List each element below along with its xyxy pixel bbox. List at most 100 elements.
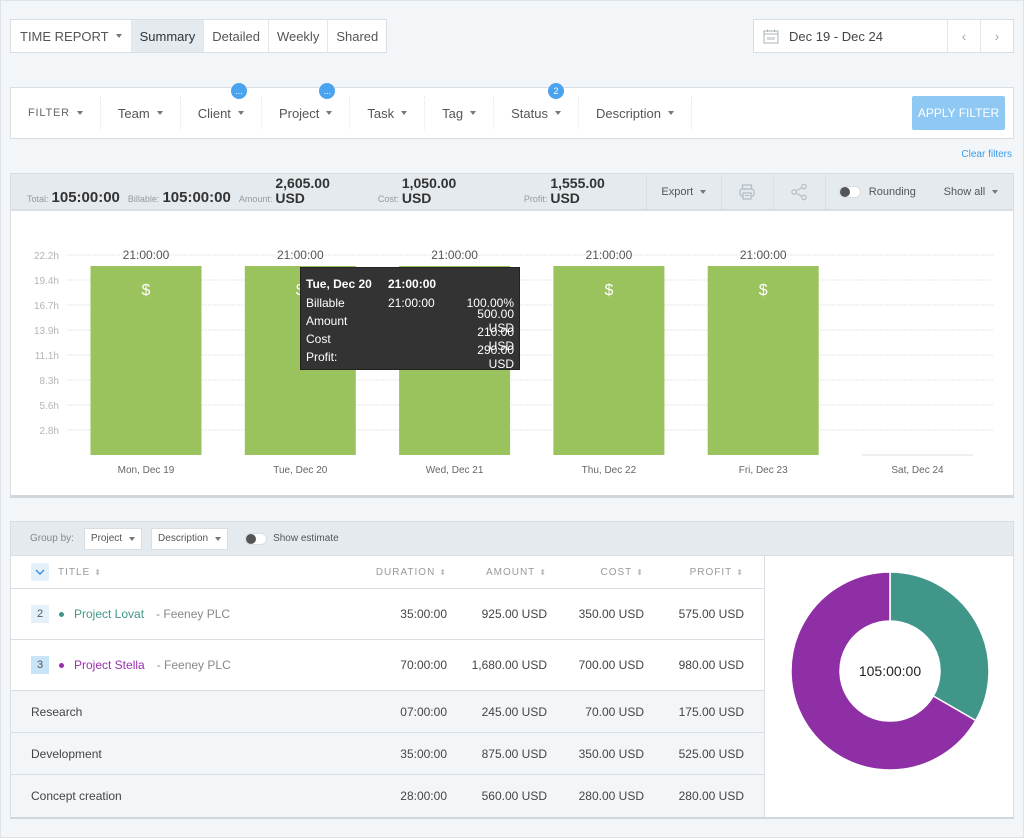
show-all-dropdown[interactable]: Show all xyxy=(929,174,1013,209)
profit-cell: 575.00 USD xyxy=(678,607,744,621)
caret-down-icon xyxy=(326,111,333,115)
bar-value-label: 21:00:00 xyxy=(586,248,633,262)
tab-detailed[interactable]: Detailed xyxy=(203,20,268,52)
caret-down-icon xyxy=(668,111,674,115)
filter-status-badge: 2 xyxy=(547,83,564,99)
table-row-description: Concept creation 28:00:00 560.00 USD 280… xyxy=(11,775,764,817)
table-row-project[interactable]: 3 Project Stella - Feeney PLC 70:00:00 1… xyxy=(11,640,764,691)
filter-description[interactable]: Description xyxy=(579,96,692,130)
project-name: Project Lovat xyxy=(74,607,145,621)
y-tick-label: 13.9h xyxy=(34,326,59,337)
group-by-select-1[interactable]: Project xyxy=(83,527,143,550)
y-tick-label: 2.8h xyxy=(40,426,59,437)
billable-value: 105:00:00 xyxy=(162,189,231,206)
total-value: 105:00:00 xyxy=(51,189,120,206)
y-tick-label: 22.2h xyxy=(34,251,59,262)
filter-status[interactable]: 2 Status xyxy=(494,83,579,130)
filter-task[interactable]: Task xyxy=(350,96,426,130)
column-title[interactable]: TITLE ⬍ xyxy=(58,567,362,578)
sort-icon: ⬍ xyxy=(439,567,447,577)
amount-cell: 875.00 USD xyxy=(481,746,547,761)
date-range-text: Dec 19 - Dec 24 xyxy=(789,28,883,44)
project-color-dot xyxy=(59,611,64,617)
breakdown-table: TITLE ⬍ DURATION ⬍ AMOUNT ⬍ COST ⬍ PROFIT ⬍ 2… xyxy=(11,556,764,817)
amount-stat: Amount: 2,605.00 USD xyxy=(231,174,366,209)
client-name: - Feeney PLC xyxy=(156,658,231,672)
group-by-label: Group by: xyxy=(30,533,74,544)
group-by-bar: Group by: Project Description Show estim… xyxy=(11,522,1013,556)
date-range-picker: Dec 19 - Dec 24 ‹ › xyxy=(753,19,1014,53)
amount-label: Amount: xyxy=(238,194,273,204)
filter-dropdown[interactable]: FILTER xyxy=(11,96,101,130)
total-stat: Total: 105:00:00 xyxy=(11,174,120,209)
bar-value-label: 21:00:00 xyxy=(431,248,478,262)
y-tick-label: 8.3h xyxy=(40,376,59,387)
column-cost[interactable]: COST ⬍ xyxy=(547,567,644,578)
bar-chart-card: 2.8h 5.6h 8.3h 11.1h 13.9h 16.7h 19.4h 22.2h $21… xyxy=(10,210,1014,498)
dollar-icon: $ xyxy=(759,282,768,299)
project-count-badge[interactable]: 3 xyxy=(31,656,49,674)
cost-label: Cost: xyxy=(377,194,399,204)
expand-all-button[interactable] xyxy=(31,563,49,581)
table-row-project[interactable]: 2 Project Lovat - Feeney PLC 35:00:00 92… xyxy=(11,589,764,640)
client-name: - Feeney PLC xyxy=(156,607,231,621)
date-range-field[interactable]: Dec 19 - Dec 24 xyxy=(754,20,947,52)
show-estimate-label: Show estimate xyxy=(273,533,339,544)
rounding-label: Rounding xyxy=(868,185,916,198)
bar-value-label: 21:00:00 xyxy=(277,248,324,262)
donut-chart: 105:00:00 xyxy=(790,571,990,771)
cost-cell: 350.00 USD xyxy=(578,607,644,621)
tooltip-total: 21:00:00 xyxy=(388,277,437,291)
tab-shared[interactable]: Shared xyxy=(327,20,386,52)
tab-summary[interactable]: Summary xyxy=(130,20,204,52)
billable-stat: Billable: 105:00:00 xyxy=(120,174,231,209)
cost-cell: 70.00 USD xyxy=(585,704,644,719)
time-report-label: TIME REPORT xyxy=(20,28,109,44)
filter-tag[interactable]: Tag xyxy=(425,96,495,130)
rounding-switch[interactable] xyxy=(838,185,861,198)
dollar-icon: $ xyxy=(142,282,151,299)
show-estimate-switch[interactable] xyxy=(245,532,268,545)
filter-team[interactable]: Team xyxy=(101,96,181,130)
caret-down-icon xyxy=(129,536,136,541)
amount-value: 2,605.00 xyxy=(275,175,330,191)
column-duration[interactable]: DURATION ⬍ xyxy=(362,567,447,578)
time-report-dropdown[interactable]: TIME REPORT xyxy=(11,20,131,52)
amount-cell: 245.00 USD xyxy=(481,704,547,719)
sort-icon: ⬍ xyxy=(736,567,744,577)
tooltip-label: Amount xyxy=(306,314,348,328)
table-row-description: Development 35:00:00 875.00 USD 350.00 U… xyxy=(11,733,764,775)
chevron-down-icon xyxy=(35,569,45,575)
column-profit[interactable]: PROFIT ⬍ xyxy=(644,567,764,578)
project-name: Project Stella xyxy=(74,658,145,672)
clear-filters-link[interactable]: Clear filters xyxy=(961,149,1012,160)
prev-period-button[interactable]: ‹ xyxy=(947,20,980,52)
y-tick-label: 16.7h xyxy=(34,301,59,312)
group-by-select-2[interactable]: Description xyxy=(151,527,229,550)
export-label: Export xyxy=(661,185,694,198)
filter-description-label: Description xyxy=(595,105,661,121)
filter-client-badge: ... xyxy=(230,83,247,99)
print-button[interactable] xyxy=(720,174,773,209)
cost-cell: 350.00 USD xyxy=(578,746,644,761)
apply-filter-button[interactable]: APPLY FILTER xyxy=(912,96,1005,130)
description-title: Concept creation xyxy=(31,789,122,803)
filter-project-badge: ... xyxy=(319,83,336,99)
tooltip-label: Cost xyxy=(306,332,331,346)
project-count-badge[interactable]: 2 xyxy=(31,605,49,623)
filter-client[interactable]: ... Client xyxy=(181,83,262,130)
rounding-toggle[interactable]: Rounding xyxy=(824,174,929,209)
donut-slice[interactable] xyxy=(889,571,990,722)
column-amount[interactable]: AMOUNT ⬍ xyxy=(447,567,547,578)
share-button[interactable] xyxy=(772,174,825,209)
table-row-description: Research 07:00:00 245.00 USD 70.00 USD 1… xyxy=(11,691,764,733)
filter-project[interactable]: ... Project xyxy=(262,83,351,130)
tab-weekly[interactable]: Weekly xyxy=(267,20,327,52)
next-period-button[interactable]: › xyxy=(980,20,1013,52)
cost-cell: 280.00 USD xyxy=(578,789,644,803)
profit-currency: USD xyxy=(550,190,580,206)
caret-down-icon xyxy=(992,189,999,194)
column-amount-label: AMOUNT xyxy=(485,566,536,578)
export-dropdown[interactable]: Export xyxy=(645,174,721,209)
x-tick-label: Fri, Dec 23 xyxy=(739,465,788,476)
